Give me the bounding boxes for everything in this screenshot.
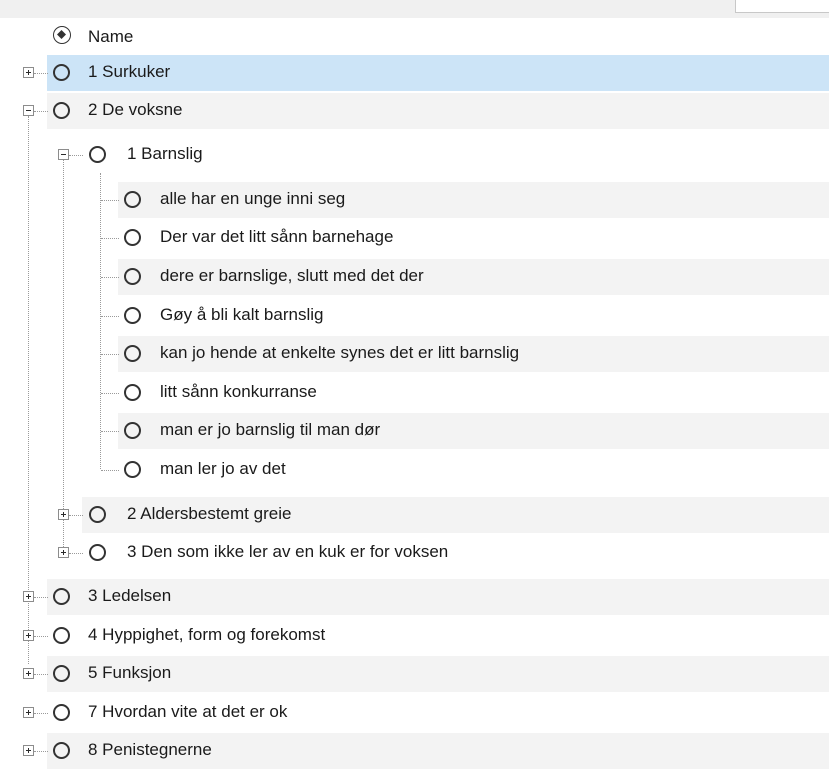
node-label: 1 Barnslig bbox=[127, 144, 203, 163]
expand-icon[interactable] bbox=[23, 591, 34, 602]
tree-node-surkuker[interactable]: 1 Surkuker bbox=[0, 54, 829, 92]
node-label: 7 Hvordan vite at det er ok bbox=[88, 702, 288, 721]
node-label: 2 De voksne bbox=[88, 100, 183, 119]
node-label: 3 Ledelsen bbox=[88, 586, 172, 605]
expand-icon[interactable] bbox=[58, 547, 69, 558]
collapse-icon[interactable] bbox=[23, 105, 34, 116]
tree-node-hyppighet[interactable]: 4 Hyppighet, form og forekomst bbox=[0, 617, 829, 655]
radio-icon[interactable] bbox=[124, 268, 141, 285]
node-label: 5 Funksjon bbox=[88, 663, 172, 682]
radio-icon[interactable] bbox=[124, 422, 141, 439]
expand-icon[interactable] bbox=[23, 630, 34, 641]
top-toolbar-strip bbox=[0, 0, 829, 18]
radio-icon[interactable] bbox=[53, 627, 70, 644]
tree-node-funksjon[interactable]: 5 Funksjon bbox=[0, 655, 829, 693]
node-tree: Name 1 Surkuker 2 De voksne 1 Barnslig a… bbox=[0, 18, 829, 780]
radio-icon[interactable] bbox=[53, 665, 70, 682]
node-label: 3 Den som ikke ler av en kuk er for voks… bbox=[127, 542, 449, 561]
node-label: litt sånn konkurranse bbox=[160, 382, 317, 401]
radio-icon[interactable] bbox=[53, 102, 70, 119]
expand-icon[interactable] bbox=[23, 668, 34, 679]
node-label: kan jo hende at enkelte synes det er lit… bbox=[160, 343, 520, 362]
tree-node-de-voksne[interactable]: 2 De voksne bbox=[0, 92, 829, 130]
tree-leaf[interactable]: man ler jo av det bbox=[0, 451, 829, 489]
tree-leaf[interactable]: kan jo hende at enkelte synes det er lit… bbox=[0, 335, 829, 373]
column-header[interactable]: Name bbox=[0, 18, 829, 54]
tree-leaf[interactable]: alle har en unge inni seg bbox=[0, 181, 829, 219]
tree-node-penistegnerne[interactable]: 8 Penistegnerne bbox=[0, 732, 829, 770]
radio-icon[interactable] bbox=[124, 229, 141, 246]
tree-leaf[interactable]: dere er barnslige, slutt med det der bbox=[0, 258, 829, 296]
collapse-icon[interactable] bbox=[58, 149, 69, 160]
radio-icon[interactable] bbox=[89, 146, 106, 163]
radio-icon[interactable] bbox=[53, 588, 70, 605]
node-label: man er jo barnslig til man dør bbox=[160, 420, 381, 439]
node-label: Gøy å bli kalt barnslig bbox=[160, 305, 324, 324]
expand-icon[interactable] bbox=[58, 509, 69, 520]
node-label: Der var det litt sånn barnehage bbox=[160, 227, 394, 246]
name-column-label: Name bbox=[88, 27, 134, 46]
toolbar-tab-edge bbox=[735, 0, 829, 13]
tree-node-hvordan-vite[interactable]: 7 Hvordan vite at det er ok bbox=[0, 694, 829, 732]
node-label: 1 Surkuker bbox=[88, 62, 171, 81]
radio-icon[interactable] bbox=[124, 345, 141, 362]
tree-node-ledelsen[interactable]: 3 Ledelsen bbox=[0, 578, 829, 616]
tree-node-aldersbestemt[interactable]: 2 Aldersbestemt greie bbox=[0, 496, 829, 534]
radio-icon[interactable] bbox=[53, 704, 70, 721]
radio-icon[interactable] bbox=[124, 191, 141, 208]
expand-icon[interactable] bbox=[23, 745, 34, 756]
node-label: man ler jo av det bbox=[160, 459, 286, 478]
sort-toggle-icon[interactable] bbox=[53, 26, 71, 44]
tree-leaf[interactable]: Gøy å bli kalt barnslig bbox=[0, 297, 829, 335]
expand-icon[interactable] bbox=[23, 67, 34, 78]
radio-icon[interactable] bbox=[53, 742, 70, 759]
tree-leaf[interactable]: Der var det litt sånn barnehage bbox=[0, 219, 829, 257]
node-label: 4 Hyppighet, form og forekomst bbox=[88, 625, 326, 644]
node-label: dere er barnslige, slutt med det der bbox=[160, 266, 424, 285]
radio-icon[interactable] bbox=[89, 506, 106, 523]
radio-icon[interactable] bbox=[124, 307, 141, 324]
tree-node-den-som-ikke-ler[interactable]: 3 Den som ikke ler av en kuk er for voks… bbox=[0, 534, 829, 572]
node-label: 2 Aldersbestemt greie bbox=[127, 504, 292, 523]
tree-node-barnslig[interactable]: 1 Barnslig bbox=[0, 136, 829, 174]
radio-icon[interactable] bbox=[89, 544, 106, 561]
radio-icon[interactable] bbox=[53, 64, 70, 81]
node-label: alle har en unge inni seg bbox=[160, 189, 346, 208]
node-label: 8 Penistegnerne bbox=[88, 740, 212, 759]
tree-leaf[interactable]: litt sånn konkurranse bbox=[0, 374, 829, 412]
tree-leaf[interactable]: man er jo barnslig til man dør bbox=[0, 412, 829, 450]
expand-icon[interactable] bbox=[23, 707, 34, 718]
radio-icon[interactable] bbox=[124, 461, 141, 478]
radio-icon[interactable] bbox=[124, 384, 141, 401]
